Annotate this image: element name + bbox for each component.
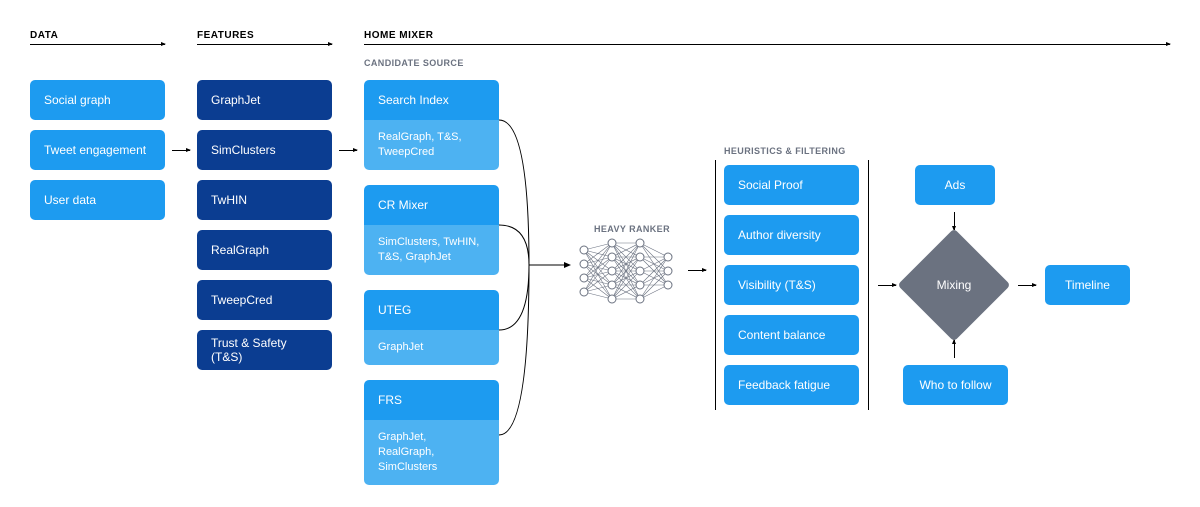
label: Trust & Safety (T&S) xyxy=(211,336,318,364)
feature-box-tweepcred: TweepCred xyxy=(197,280,332,320)
label: SimClusters xyxy=(211,143,276,157)
label: UTEG xyxy=(378,303,411,317)
label: Who to follow xyxy=(919,378,991,392)
neural-net-icon xyxy=(578,236,680,306)
data-box-social-graph: Social graph xyxy=(30,80,165,120)
heuristics-bracket-left xyxy=(715,160,716,410)
connector-candidates-to-ranker xyxy=(499,70,579,470)
label: Tweet engagement xyxy=(44,143,146,157)
label: GraphJet xyxy=(211,93,260,107)
arrow-features-to-candidates xyxy=(339,150,357,151)
candidate-search-index: Search Index xyxy=(364,80,499,120)
candidate-cr-mixer-sub: SimClusters, TwHIN, T&S, GraphJet xyxy=(364,225,499,275)
data-box-user-data: User data xyxy=(30,180,165,220)
feature-box-simclusters: SimClusters xyxy=(197,130,332,170)
label: Social graph xyxy=(44,93,111,107)
data-box-tweet-engagement: Tweet engagement xyxy=(30,130,165,170)
label: CR Mixer xyxy=(378,198,428,212)
heuristic-social-proof: Social Proof xyxy=(724,165,859,205)
candidate-frs: FRS xyxy=(364,380,499,420)
header-arrow-home-mixer xyxy=(364,44,1170,45)
label: User data xyxy=(44,193,96,207)
feature-box-graphjet: GraphJet xyxy=(197,80,332,120)
mixing-input-who-to-follow: Who to follow xyxy=(903,365,1008,405)
candidate-uteg: UTEG xyxy=(364,290,499,330)
label: Feedback fatigue xyxy=(738,378,830,392)
arrow-heuristics-to-mixing xyxy=(878,285,896,286)
header-arrow-features xyxy=(197,44,332,45)
sub-header-heavy-ranker: HEAVY RANKER xyxy=(594,224,670,234)
label: Search Index xyxy=(378,93,449,107)
label: Timeline xyxy=(1065,278,1110,292)
arrow-ads-to-mixing xyxy=(954,212,955,230)
header-arrow-data xyxy=(30,44,165,45)
heuristic-content-balance: Content balance xyxy=(724,315,859,355)
candidate-search-index-sub: RealGraph, T&S, TweepCred xyxy=(364,120,499,170)
section-header-data: DATA xyxy=(30,30,58,41)
mixing-input-ads: Ads xyxy=(915,165,995,205)
label: TweepCred xyxy=(211,293,272,307)
feature-box-tns: Trust & Safety (T&S) xyxy=(197,330,332,370)
label: TwHIN xyxy=(211,193,247,207)
sub-header-candidate-source: CANDIDATE SOURCE xyxy=(364,58,464,68)
heuristic-feedback-fatigue: Feedback fatigue xyxy=(724,365,859,405)
section-header-features: FEATURES xyxy=(197,30,254,41)
heuristic-visibility: Visibility (T&S) xyxy=(724,265,859,305)
mixing-node: Mixing xyxy=(897,228,1010,341)
label: FRS xyxy=(378,393,402,407)
heuristics-bracket-right xyxy=(868,160,869,410)
arrow-wtf-to-mixing xyxy=(954,340,955,358)
label: Ads xyxy=(945,178,966,192)
label: Visibility (T&S) xyxy=(738,278,816,292)
heuristic-author-diversity: Author diversity xyxy=(724,215,859,255)
section-header-home-mixer: HOME MIXER xyxy=(364,30,433,41)
label: Author diversity xyxy=(738,228,821,242)
label: RealGraph xyxy=(211,243,269,257)
label: Social Proof xyxy=(738,178,803,192)
output-timeline: Timeline xyxy=(1045,265,1130,305)
arrow-data-to-features xyxy=(172,150,190,151)
candidate-uteg-sub: GraphJet xyxy=(364,330,499,365)
label: Mixing xyxy=(914,245,994,325)
candidate-cr-mixer: CR Mixer xyxy=(364,185,499,225)
label: Content balance xyxy=(738,328,825,342)
sub-header-heuristics: HEURISTICS & FILTERING xyxy=(724,146,846,156)
arrow-mixing-to-timeline xyxy=(1018,285,1036,286)
feature-box-realgraph: RealGraph xyxy=(197,230,332,270)
candidate-frs-sub: GraphJet, RealGraph, SimClusters xyxy=(364,420,499,485)
arrow-ranker-to-heuristics xyxy=(688,270,706,271)
feature-box-twhin: TwHIN xyxy=(197,180,332,220)
